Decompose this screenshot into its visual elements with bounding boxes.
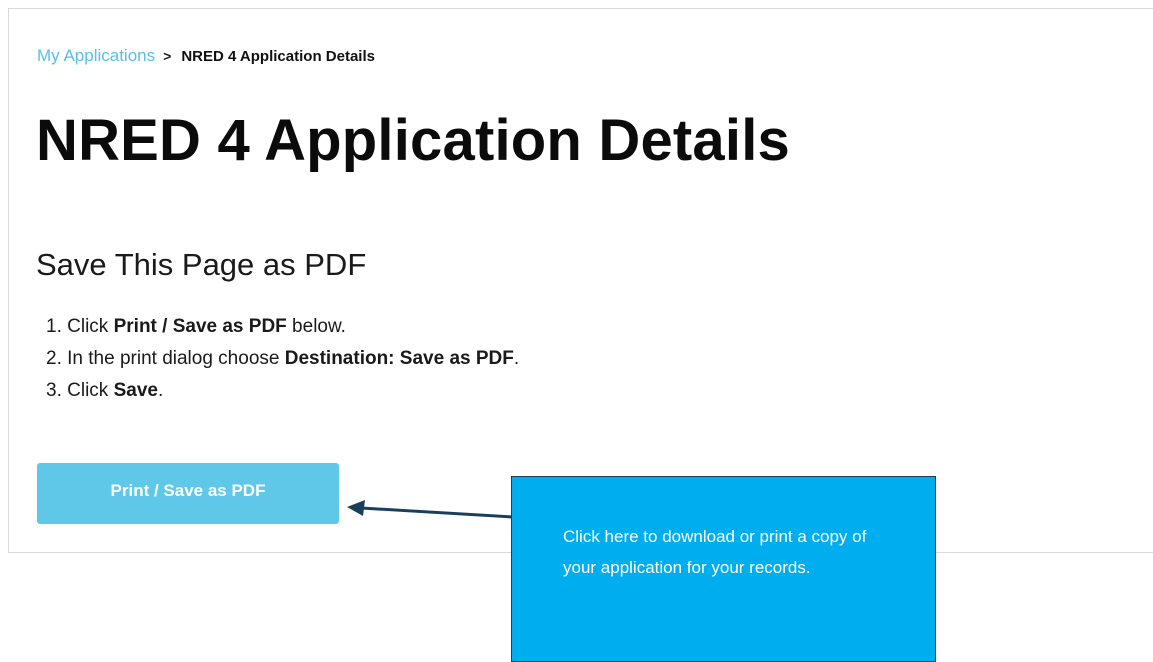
arrow-head — [347, 500, 365, 516]
breadcrumb-separator: > — [163, 48, 172, 64]
step-bold-text: Print / Save as PDF — [113, 316, 287, 337]
breadcrumb-current: NRED 4 Application Details — [181, 48, 375, 65]
breadcrumb-my-applications-link[interactable]: My Applications — [37, 46, 155, 66]
step-text: Click — [67, 380, 114, 401]
step-item: 3. Click Save. — [46, 380, 519, 412]
step-text: . — [513, 348, 520, 369]
step-bold-text: Save — [113, 380, 158, 401]
callout-arrow-icon — [347, 500, 514, 519]
save-pdf-heading: Save This Page as PDF — [36, 247, 367, 282]
step-item: 2. In the print dialog choose Destinatio… — [46, 348, 519, 380]
step-number: 3. — [46, 380, 62, 401]
step-number: 2. — [46, 348, 62, 369]
breadcrumb: My Applications > NRED 4 Application Det… — [37, 46, 375, 66]
step-text: In the print dialog choose — [67, 348, 285, 369]
step-text: Click — [67, 316, 114, 337]
step-item: 1. Click Print / Save as PDF below. — [46, 316, 519, 348]
step-text: . — [157, 380, 164, 401]
callout-box: Click here to download or print a copy o… — [511, 476, 936, 662]
arrow-shaft — [360, 506, 514, 519]
step-number: 1. — [46, 316, 62, 337]
print-save-pdf-button[interactable]: Print / Save as PDF — [37, 463, 339, 524]
callout-text: Click here to download or print a copy o… — [563, 527, 867, 577]
step-bold-text: Destination: Save as PDF — [284, 348, 514, 369]
page: My Applications > NRED 4 Application Det… — [0, 0, 1153, 662]
save-pdf-steps: 1. Click Print / Save as PDF below. 2. I… — [46, 316, 519, 412]
step-text: below. — [286, 316, 346, 337]
page-title: NRED 4 Application Details — [36, 108, 790, 173]
